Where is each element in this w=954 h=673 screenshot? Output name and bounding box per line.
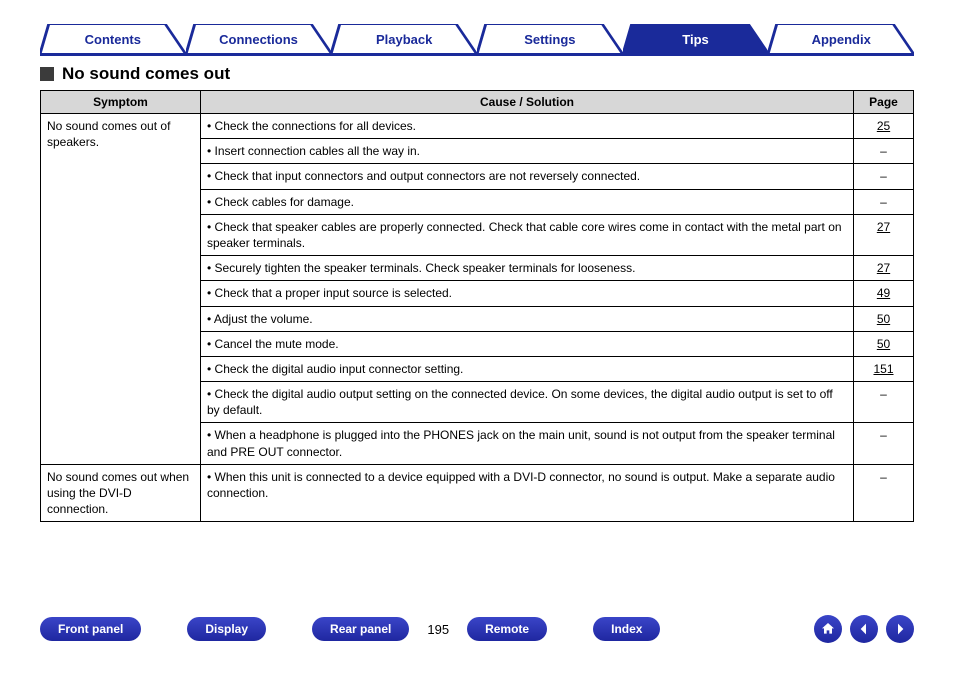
- page-cell: –: [854, 139, 914, 164]
- page-cell[interactable]: 27: [854, 256, 914, 281]
- page-link[interactable]: 50: [877, 312, 890, 326]
- tab-label: Settings: [524, 32, 575, 47]
- tab-contents[interactable]: Contents: [40, 24, 186, 54]
- table-row: No sound comes out when using the DVI-D …: [41, 464, 914, 522]
- page-cell: –: [854, 164, 914, 189]
- page-cell: –: [854, 189, 914, 214]
- square-bullet-icon: [40, 67, 54, 81]
- page-cell[interactable]: 27: [854, 214, 914, 255]
- cause-cell: Check the digital audio output setting o…: [201, 382, 854, 423]
- page-cell[interactable]: 50: [854, 331, 914, 356]
- page-cell: –: [854, 464, 914, 522]
- tab-appendix[interactable]: Appendix: [768, 24, 914, 54]
- cause-cell: Check the connections for all devices.: [201, 114, 854, 139]
- top-tabs: Contents Connections Playback Settings T…: [40, 20, 914, 56]
- section-title: No sound comes out: [62, 64, 230, 84]
- prev-page-icon[interactable]: [850, 615, 878, 643]
- th-symptom: Symptom: [41, 91, 201, 114]
- cause-cell: Check the digital audio input connector …: [201, 356, 854, 381]
- cause-cell: Check that input connectors and output c…: [201, 164, 854, 189]
- bottom-bar: Front panel Display Rear panel 195 Remot…: [40, 615, 914, 643]
- symptom-cell: No sound comes out of speakers.: [41, 114, 201, 465]
- cause-cell: Check that speaker cables are properly c…: [201, 214, 854, 255]
- page-link[interactable]: 27: [877, 220, 890, 234]
- next-page-icon[interactable]: [886, 615, 914, 643]
- page-number: 195: [409, 622, 467, 637]
- tab-tips[interactable]: Tips: [623, 24, 769, 54]
- cause-cell: When a headphone is plugged into the PHO…: [201, 423, 854, 464]
- page-cell: –: [854, 423, 914, 464]
- page-link[interactable]: 25: [877, 119, 890, 133]
- table-row: No sound comes out of speakers.Check the…: [41, 114, 914, 139]
- cause-cell: Cancel the mute mode.: [201, 331, 854, 356]
- page-cell[interactable]: 25: [854, 114, 914, 139]
- page-link[interactable]: 27: [877, 261, 890, 275]
- cause-cell: Check that a proper input source is sele…: [201, 281, 854, 306]
- page-link[interactable]: 50: [877, 337, 890, 351]
- symptom-cell: No sound comes out when using the DVI-D …: [41, 464, 201, 522]
- page-cell: –: [854, 382, 914, 423]
- page-link[interactable]: 49: [877, 286, 890, 300]
- cause-cell: When this unit is connected to a device …: [201, 464, 854, 522]
- tab-label: Connections: [219, 32, 298, 47]
- th-cause: Cause / Solution: [201, 91, 854, 114]
- cause-cell: Adjust the volume.: [201, 306, 854, 331]
- troubleshooting-table: Symptom Cause / Solution Page No sound c…: [40, 90, 914, 522]
- display-button[interactable]: Display: [187, 617, 266, 641]
- tab-label: Tips: [682, 32, 709, 47]
- page-cell[interactable]: 50: [854, 306, 914, 331]
- rear-panel-button[interactable]: Rear panel: [312, 617, 409, 641]
- index-button[interactable]: Index: [593, 617, 660, 641]
- home-icon[interactable]: [814, 615, 842, 643]
- cause-cell: Securely tighten the speaker terminals. …: [201, 256, 854, 281]
- tab-playback[interactable]: Playback: [331, 24, 477, 54]
- tab-label: Appendix: [812, 32, 871, 47]
- front-panel-button[interactable]: Front panel: [40, 617, 141, 641]
- tab-label: Contents: [85, 32, 141, 47]
- page-cell[interactable]: 151: [854, 356, 914, 381]
- page-link[interactable]: 151: [873, 362, 893, 376]
- cause-cell: Check cables for damage.: [201, 189, 854, 214]
- th-page: Page: [854, 91, 914, 114]
- remote-button[interactable]: Remote: [467, 617, 547, 641]
- cause-cell: Insert connection cables all the way in.: [201, 139, 854, 164]
- tab-connections[interactable]: Connections: [186, 24, 332, 54]
- tab-settings[interactable]: Settings: [477, 24, 623, 54]
- tab-label: Playback: [376, 32, 432, 47]
- nav-icons: [814, 615, 914, 643]
- page-cell[interactable]: 49: [854, 281, 914, 306]
- section-heading: No sound comes out: [40, 64, 914, 84]
